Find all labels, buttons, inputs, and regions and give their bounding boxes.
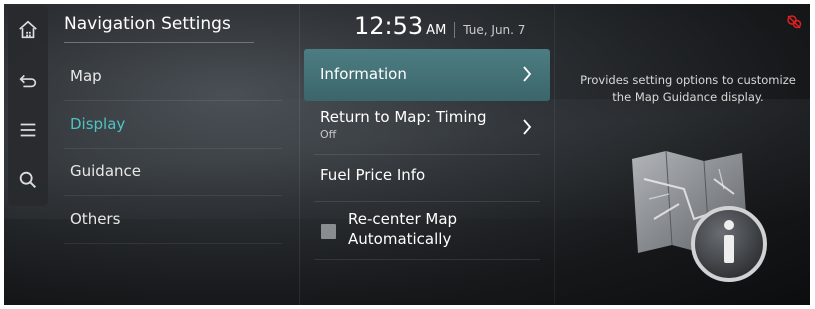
search-icon [19,171,37,189]
menu-icon [20,123,36,137]
column-divider [554,4,555,305]
clock-ampm: AM [426,23,447,38]
menu-divider [64,195,282,196]
back-button[interactable] [8,60,48,100]
description-line2: the Map Guidance display. [612,90,764,104]
menu-divider [64,243,282,244]
search-button[interactable] [8,160,48,200]
clock-date: Tue, Jun. 7 [463,23,526,37]
page-title: Navigation Settings [64,14,231,34]
clock-time: 12:53 [354,12,424,40]
screen: Navigation Settings 12:53 AM Tue, Jun. 7 M… [4,4,810,305]
home-button[interactable] [8,10,48,50]
back-icon [19,74,37,88]
option-label-line1: Re-center Map [348,210,458,228]
chevron-right-icon [523,119,532,135]
menu-item-map[interactable]: Map [70,54,280,98]
title-underline [64,42,254,43]
option-return-to-map-timing[interactable]: Return to Map: Timing Off [304,102,550,154]
clock-divider [454,21,456,38]
chevron-right-icon [523,66,532,82]
description: Provides setting options to customize th… [568,72,808,106]
description-line1: Provides setting options to customize [580,73,796,87]
sidebar [8,6,48,206]
menu-divider [64,100,282,101]
menu-item-guidance[interactable]: Guidance [70,149,280,193]
option-fuel-price-info[interactable]: Fuel Price Info [304,154,550,206]
option-label: Return to Map: Timing [320,108,487,126]
map-info-icon [632,150,767,282]
option-value: Off [320,128,337,141]
option-label-line2: Automatically [348,230,452,248]
column-divider [299,4,300,305]
option-label: Fuel Price Info [320,166,426,184]
clock: 12:53 AM Tue, Jun. 7 [354,12,525,40]
recenter-checkbox[interactable] [321,224,336,239]
option-divider [314,259,540,260]
option-recenter-map[interactable]: Re-center Map Automatically [304,202,550,258]
home-icon [19,20,37,39]
mute-icon [787,15,802,29]
menu-item-others[interactable]: Others [70,197,280,241]
menu-button[interactable] [8,110,48,150]
option-information[interactable]: Information [304,49,550,101]
menu-item-display[interactable]: Display [70,102,280,146]
option-label: Information [320,65,407,83]
